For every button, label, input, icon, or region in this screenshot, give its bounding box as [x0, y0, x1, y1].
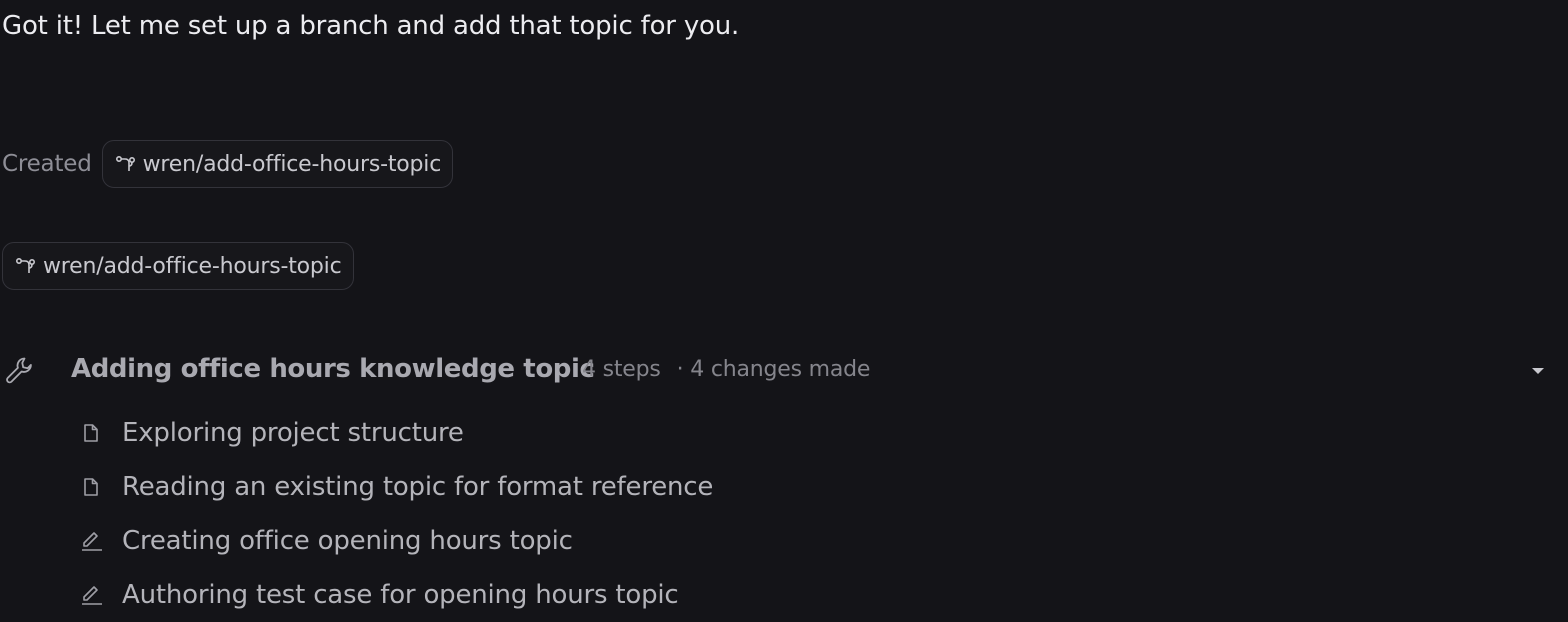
pencil-icon	[82, 586, 102, 605]
step-item: Authoring test case for opening hours to…	[80, 568, 713, 622]
step-label: Authoring test case for opening hours to…	[122, 580, 679, 610]
file-icon	[84, 478, 98, 496]
git-branch-icon	[115, 155, 135, 171]
assistant-message: Got it! Let me set up a branch and add t…	[2, 11, 740, 41]
step-label: Reading an existing topic for format ref…	[122, 472, 714, 502]
created-label: Created	[2, 151, 92, 177]
created-branch-name: wren/add-office-hours-topic	[142, 151, 442, 177]
task-steps-count: 4 steps	[582, 357, 661, 382]
task-title: Adding office hours knowledge topic	[71, 354, 595, 384]
step-item: Creating office opening hours topic	[80, 514, 713, 568]
step-item: Exploring project structure	[80, 406, 713, 460]
task-changes-count: · 4 changes made	[676, 357, 871, 382]
pencil-icon	[82, 532, 102, 551]
step-item: Reading an existing topic for format ref…	[80, 460, 713, 514]
created-branch-row: Created wren/add-office-hours-topic	[2, 139, 454, 189]
caret-down-icon[interactable]	[1530, 366, 1546, 376]
branch-chip[interactable]: wren/add-office-hours-topic	[2, 242, 354, 290]
step-label: Creating office opening hours topic	[122, 526, 573, 556]
file-icon	[84, 424, 98, 442]
wrench-icon	[6, 357, 32, 384]
created-branch-chip[interactable]: wren/add-office-hours-topic	[101, 140, 454, 188]
branch-name: wren/add-office-hours-topic	[43, 253, 342, 279]
task-steps-list: Exploring project structure Reading an e…	[80, 406, 713, 622]
git-branch-icon	[15, 257, 36, 273]
task-meta: 4 steps · 4 changes made	[582, 354, 870, 386]
step-label: Exploring project structure	[122, 418, 464, 448]
